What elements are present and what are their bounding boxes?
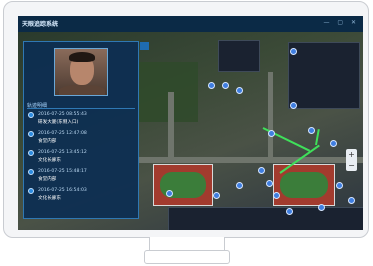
app-screen: 天眼追踪系统 — ▢ ✕ + − 轨迹明细 2016-07-25 08:55:4…: [18, 16, 363, 230]
camera-marker-icon[interactable]: [268, 130, 275, 137]
building-block: [218, 40, 260, 72]
person-info-panel: 轨迹明细 2016-07-25 08:55:43 研发大厦(东侧入口) 2016…: [23, 41, 149, 219]
track-record[interactable]: 2016-07-25 16:54:03 文化长廊东: [28, 188, 138, 206]
camera-marker-icon[interactable]: [290, 102, 297, 109]
camera-marker-icon[interactable]: [330, 140, 337, 147]
road: [168, 92, 174, 162]
camera-marker-icon[interactable]: [318, 204, 325, 211]
record-index-icon: [28, 188, 34, 194]
record-location: 文化长廊东: [38, 158, 61, 163]
camera-marker-icon[interactable]: [286, 208, 293, 215]
camera-marker-icon[interactable]: [290, 48, 297, 55]
record-location: 文化长廊东: [38, 196, 61, 201]
record-index-icon: [28, 131, 34, 137]
building-block: [288, 42, 360, 109]
record-location: 食堂内部: [38, 139, 57, 144]
camera-marker-icon[interactable]: [236, 87, 243, 94]
camera-marker-icon[interactable]: [308, 127, 315, 134]
camera-marker-icon[interactable]: [348, 197, 355, 204]
camera-marker-icon[interactable]: [273, 192, 280, 199]
zoom-out-button[interactable]: −: [346, 160, 357, 171]
camera-marker-icon[interactable]: [258, 167, 265, 174]
person-photo: [54, 48, 108, 96]
camera-marker-icon[interactable]: [166, 190, 173, 197]
building-block: [168, 207, 363, 230]
photo-shirt: [59, 85, 105, 95]
track-record[interactable]: 2016-07-25 13:45:12 文化长廊东: [28, 150, 138, 168]
camera-marker-icon[interactable]: [213, 192, 220, 199]
panel-collapse-tab[interactable]: [140, 42, 149, 50]
camera-marker-icon[interactable]: [208, 82, 215, 89]
track-record[interactable]: 2016-07-25 15:48:17 食堂内部: [28, 169, 138, 187]
record-time: 2016-07-25 13:45:12: [38, 150, 87, 155]
monitor-frame: 天眼追踪系统 — ▢ ✕ + − 轨迹明细 2016-07-25 08:55:4…: [3, 1, 369, 238]
road: [268, 72, 273, 162]
monitor-stand-neck: [149, 237, 225, 251]
record-time: 2016-07-25 15:48:17: [38, 169, 87, 174]
map-zoom-control: + −: [346, 149, 357, 171]
sports-field: [153, 164, 213, 206]
record-index-icon: [28, 112, 34, 118]
track-path-segment: [315, 129, 320, 146]
record-time: 2016-07-25 16:54:03: [38, 188, 87, 193]
record-index-icon: [28, 150, 34, 156]
record-index-icon: [28, 169, 34, 175]
record-location: 研发大厦(东侧入口): [38, 120, 79, 125]
app-title-bar: 天眼追踪系统 — ▢ ✕: [18, 16, 363, 33]
record-time: 2016-07-25 08:55:43: [38, 112, 87, 117]
camera-marker-icon[interactable]: [222, 82, 229, 89]
zoom-in-button[interactable]: +: [346, 149, 357, 160]
app-title: 天眼追踪系统: [22, 21, 59, 28]
camera-marker-icon[interactable]: [266, 180, 273, 187]
camera-marker-icon[interactable]: [336, 182, 343, 189]
photo-hair: [69, 52, 95, 62]
camera-marker-icon[interactable]: [236, 182, 243, 189]
track-record[interactable]: 2016-07-25 08:55:43 研发大厦(东侧入口): [28, 112, 138, 130]
monitor-stand-base: [144, 250, 230, 264]
track-record[interactable]: 2016-07-25 12:47:08 食堂内部: [28, 131, 138, 149]
record-location: 食堂内部: [38, 177, 57, 182]
window-controls[interactable]: — ▢ ✕: [323, 19, 359, 26]
field-grass: [280, 172, 328, 198]
record-time: 2016-07-25 12:47:08: [38, 131, 87, 136]
divider: [27, 108, 135, 109]
